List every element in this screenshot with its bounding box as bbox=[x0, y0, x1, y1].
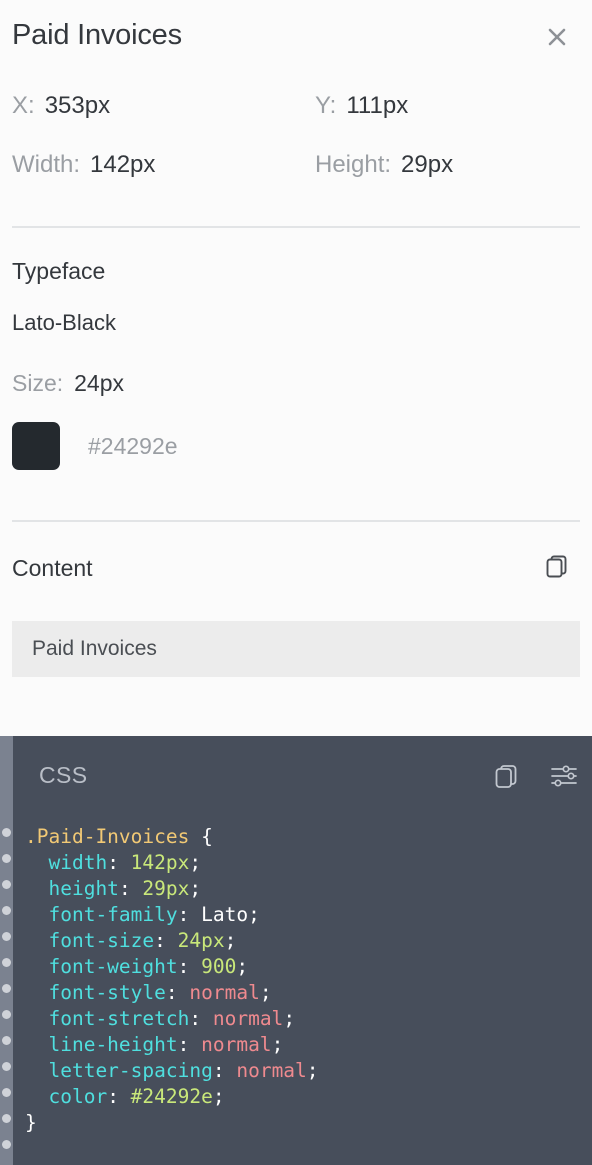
content-value-field[interactable]: Paid Invoices bbox=[12, 621, 580, 677]
close-button[interactable] bbox=[540, 20, 574, 54]
font-size-label: Size: bbox=[12, 370, 64, 396]
gutter-dot bbox=[2, 1010, 11, 1019]
metric-width-label: Width: bbox=[12, 151, 81, 178]
gutter-dot bbox=[2, 880, 11, 889]
css-line-close: } bbox=[25, 1111, 37, 1134]
close-icon bbox=[545, 25, 569, 49]
metric-x-value: 353px bbox=[44, 92, 111, 119]
copy-css-button[interactable] bbox=[490, 762, 522, 794]
page-title: Paid Invoices bbox=[12, 19, 182, 51]
css-line-font-stretch: font-stretch: normal; bbox=[48, 1007, 296, 1030]
color-row[interactable]: #24292e bbox=[12, 422, 178, 470]
code-gutter[interactable] bbox=[0, 736, 13, 1165]
gutter-dot bbox=[2, 984, 11, 993]
css-line-color: color: #24292e; bbox=[48, 1085, 225, 1108]
copy-content-button[interactable] bbox=[540, 551, 574, 585]
css-line-selector: .Paid-Invoices { bbox=[25, 825, 213, 848]
content-section: Content Paid Invoices bbox=[12, 546, 580, 677]
css-line-font-size: font-size: 24px; bbox=[48, 929, 237, 952]
gutter-dot bbox=[2, 1088, 11, 1097]
metric-height: Height: 29px bbox=[315, 151, 453, 179]
content-value-text: Paid Invoices bbox=[32, 637, 157, 660]
inspector-section: Paid Invoices X: 353px Y: 111px Width: 1… bbox=[0, 0, 592, 736]
metric-width-value: 142px bbox=[90, 151, 156, 178]
metric-y-label: Y: bbox=[315, 92, 337, 119]
css-panel-actions bbox=[490, 762, 580, 794]
gutter-dot bbox=[2, 1140, 11, 1149]
css-line-height: height: 29px; bbox=[48, 877, 202, 900]
copy-icon bbox=[492, 762, 520, 795]
css-line-letter-spacing: letter-spacing: normal; bbox=[48, 1059, 319, 1082]
gutter-dot bbox=[2, 906, 11, 915]
divider-bottom bbox=[12, 520, 580, 522]
css-line-font-weight: font-weight: 900; bbox=[48, 955, 249, 978]
css-line-width: width: 142px; bbox=[48, 851, 202, 874]
gutter-dot bbox=[2, 1062, 11, 1071]
metric-x: X: 353px bbox=[12, 92, 110, 120]
css-settings-button[interactable] bbox=[548, 762, 580, 794]
gutter-dot bbox=[2, 1036, 11, 1045]
css-line-font-style: font-style: normal; bbox=[48, 981, 272, 1004]
gutter-dot bbox=[2, 828, 11, 837]
content-header-row: Content bbox=[12, 546, 580, 590]
gutter-dot bbox=[2, 854, 11, 863]
metrics-row-size: Width: 142px Height: 29px bbox=[12, 151, 580, 199]
panel-header: Paid Invoices bbox=[12, 12, 580, 62]
css-code-block[interactable]: .Paid-Invoices { width: 142px; height: 2… bbox=[13, 824, 592, 1136]
font-size-value: 24px bbox=[74, 370, 125, 396]
css-output-panel: CSS .Paid-Invoices {width: 142px; heigh… bbox=[0, 736, 592, 1165]
metric-x-label: X: bbox=[12, 92, 35, 119]
metric-y-value: 111px bbox=[346, 92, 409, 119]
color-swatch[interactable] bbox=[12, 422, 60, 470]
typeface-section: Typeface Lato-Black Size: 24px #24292e bbox=[12, 252, 580, 470]
css-panel-header: CSS bbox=[13, 736, 592, 820]
css-line-font-family: font-family: Lato; bbox=[48, 903, 260, 926]
gutter-dot bbox=[2, 958, 11, 967]
typeface-section-label: Typeface bbox=[12, 258, 106, 284]
metrics-grid: X: 353px Y: 111px Width: 142px Height: 2… bbox=[12, 92, 580, 202]
typeface-name: Lato-Black bbox=[12, 310, 116, 335]
gutter-dot bbox=[2, 1114, 11, 1123]
content-section-label: Content bbox=[12, 555, 93, 581]
element-inspector-panel: Paid Invoices X: 353px Y: 111px Width: 1… bbox=[0, 0, 592, 1165]
metric-y: Y: 111px bbox=[315, 92, 408, 120]
metric-height-value: 29px bbox=[401, 151, 454, 178]
font-size-row: Size: 24px bbox=[12, 370, 124, 397]
divider-top bbox=[12, 226, 580, 228]
metrics-row-position: X: 353px Y: 111px bbox=[12, 92, 580, 140]
css-panel-label: CSS bbox=[39, 762, 88, 788]
metric-height-label: Height: bbox=[315, 151, 392, 178]
css-line-line-height: line-height: normal; bbox=[48, 1033, 284, 1056]
metric-width: Width: 142px bbox=[12, 151, 155, 179]
copy-icon bbox=[544, 553, 570, 584]
color-hex-value: #24292e bbox=[88, 432, 178, 459]
gutter-dot bbox=[2, 932, 11, 941]
sliders-icon bbox=[549, 761, 579, 796]
